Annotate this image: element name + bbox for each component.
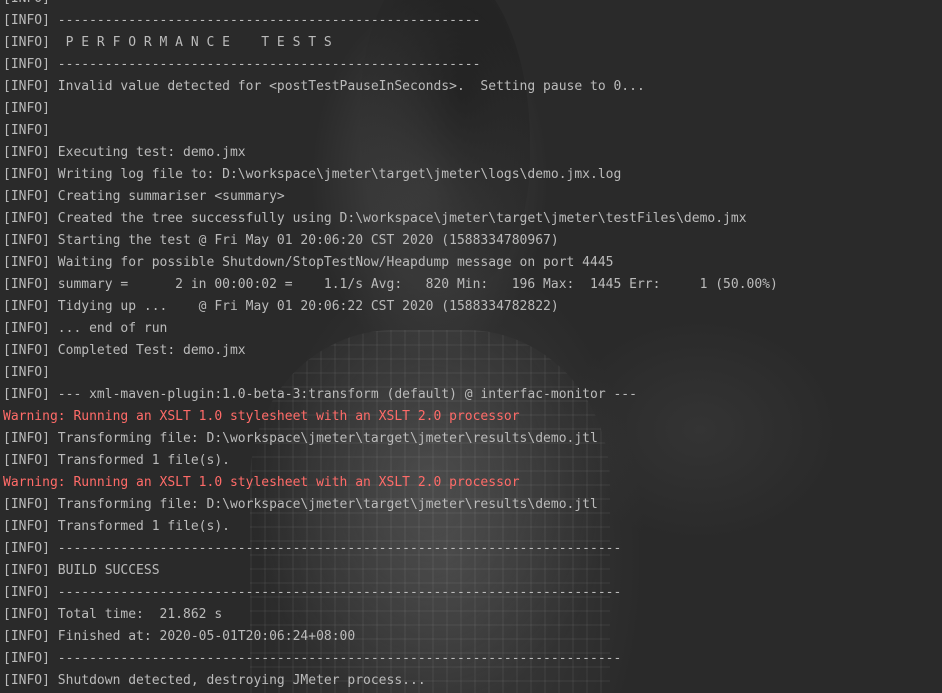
log-line-warning: Warning: Running an XSLT 1.0 stylesheet … xyxy=(3,475,520,490)
log-line-info: [INFO] ... end of run xyxy=(3,321,168,336)
log-line-info: [INFO] Finished at: 2020-05-01T20:06:24+… xyxy=(3,629,356,644)
log-line-info: [INFO] summary = 2 in 00:00:02 = 1.1/s A… xyxy=(3,277,778,292)
log-line-info: [INFO] Tidying up ... @ Fri May 01 20:06… xyxy=(3,299,559,314)
log-line-info: [INFO] Transforming file: D:\workspace\j… xyxy=(3,497,598,512)
log-line-info: [INFO] xyxy=(3,101,50,116)
log-line-info: [INFO] Transforming file: D:\workspace\j… xyxy=(3,431,598,446)
log-line-info: [INFO] Executing test: demo.jmx xyxy=(3,145,246,160)
log-line-info: [INFO] ---------------------------------… xyxy=(3,585,622,600)
log-line-info: [INFO] --- xml-maven-plugin:1.0-beta-3:t… xyxy=(3,387,637,402)
log-line-info: [INFO] Creating summariser <summary> xyxy=(3,189,285,204)
log-line-info: [INFO] xyxy=(3,365,50,380)
log-line-info: [INFO] Transformed 1 file(s). xyxy=(3,453,230,468)
log-line-info: [INFO] xyxy=(3,123,50,138)
log-line-info: [INFO] Transformed 1 file(s). xyxy=(3,519,230,534)
log-line-info: [INFO] ---------------------------------… xyxy=(3,541,622,556)
log-line-info: [INFO] ---------------------------------… xyxy=(3,651,622,666)
log-line-info: [INFO] Waiting for possible Shutdown/Sto… xyxy=(3,255,614,270)
console-output-panel[interactable]: [INFO] [INFO] ---------------------------… xyxy=(0,0,942,693)
log-line-info: [INFO] P E R F O R M A N C E T E S T S xyxy=(3,35,332,50)
log-line-info: [INFO] ---------------------------------… xyxy=(3,13,481,28)
log-line-info: [INFO] BUILD SUCCESS xyxy=(3,563,160,578)
log-line-info: [INFO] Created the tree successfully usi… xyxy=(3,211,747,226)
log-line-info: [INFO] xyxy=(3,0,778,10)
log-line-info: [INFO] ---------------------------------… xyxy=(3,57,481,72)
log-line-info: [INFO] Starting the test @ Fri May 01 20… xyxy=(3,233,559,248)
log-line-warning: Warning: Running an XSLT 1.0 stylesheet … xyxy=(3,409,520,424)
log-lines: [INFO] [INFO] ---------------------------… xyxy=(3,0,778,692)
log-line-info: [INFO] Completed Test: demo.jmx xyxy=(3,343,246,358)
log-line-info: [INFO] Writing log file to: D:\workspace… xyxy=(3,167,622,182)
log-line-info: [INFO] Invalid value detected for <postT… xyxy=(3,79,645,94)
log-line-info: [INFO] Shutdown detected, destroying JMe… xyxy=(3,673,426,688)
log-line-info: [INFO] Total time: 21.862 s xyxy=(3,607,223,622)
